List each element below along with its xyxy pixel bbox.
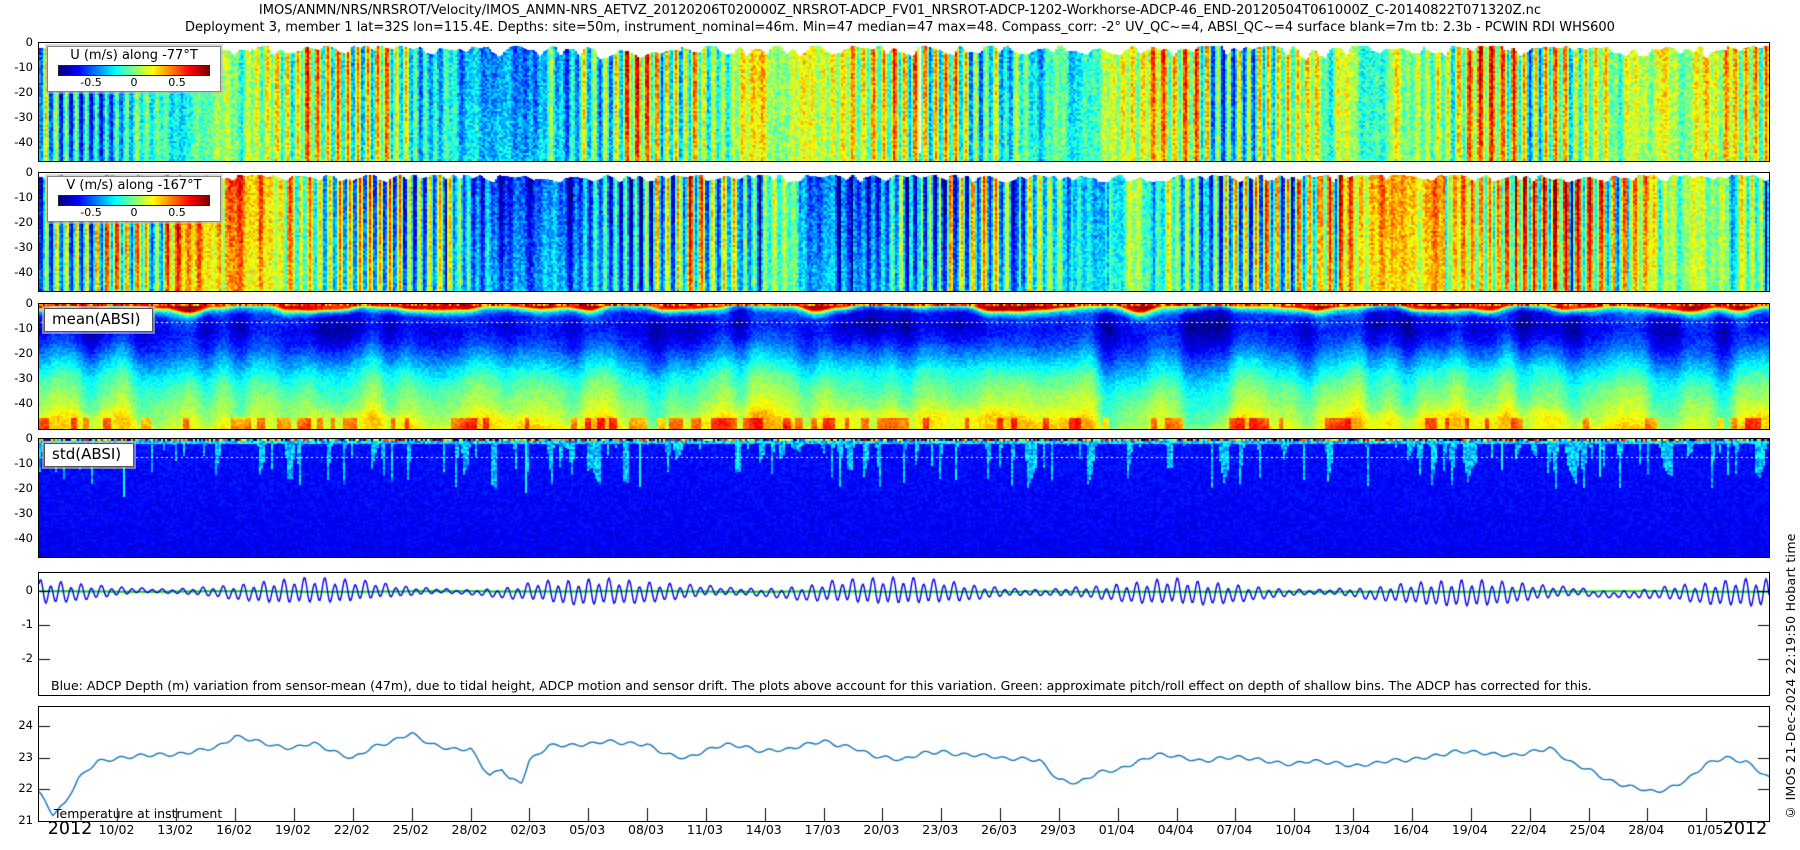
colorbar-tick-label: 0 xyxy=(131,76,138,89)
colorbar-tick-label: 0.5 xyxy=(168,76,186,89)
x-axis-date-label: 01/04 xyxy=(1085,822,1149,837)
x-axis-date-label: 16/02 xyxy=(202,822,266,837)
panel-u-velocity: U (m/s) along -77°T -0.5 0 0.5 xyxy=(38,42,1770,162)
x-axis-date-label: 22/04 xyxy=(1497,822,1561,837)
v-colorbar xyxy=(58,195,210,206)
x-axis-date-label: 25/04 xyxy=(1556,822,1620,837)
adcp-deployment-figure: IMOS/ANMN/NRS/NRSROT/Velocity/IMOS_ANMN-… xyxy=(0,0,1800,850)
y-axis-tick-label: 0 xyxy=(0,165,33,179)
temperature-label: Temperature at instrument xyxy=(54,806,222,821)
x-axis-date-label: 20/03 xyxy=(849,822,913,837)
y-axis-tick-label: -30 xyxy=(0,506,33,520)
page-title: IMOS/ANMN/NRS/NRSROT/Velocity/IMOS_ANMN-… xyxy=(0,3,1800,18)
colorbar-tick-label: -0.5 xyxy=(80,76,101,89)
v-colorbar-ticks: -0.5 0 0.5 xyxy=(48,206,220,220)
std-absi-label: std(ABSI) xyxy=(44,443,134,467)
x-axis-date-label: 04/04 xyxy=(1144,822,1208,837)
y-axis-tick-label: -10 xyxy=(0,456,33,470)
x-axis-date-label: 08/03 xyxy=(614,822,678,837)
colorbar-tick-label: 0.5 xyxy=(168,206,186,219)
temperature-plot xyxy=(39,707,1769,821)
y-axis-tick-label: 0 xyxy=(0,431,33,445)
x-axis-date-label: 16/04 xyxy=(1379,822,1443,837)
y-axis-tick-label: -10 xyxy=(0,190,33,204)
y-axis-tick-label: 23 xyxy=(0,750,33,764)
y-axis-tick-label: -1 xyxy=(0,617,33,631)
x-axis-date-label: 29/03 xyxy=(1026,822,1090,837)
x-axis-date-label: 13/02 xyxy=(143,822,207,837)
mean-absi-heatmap xyxy=(39,304,1769,429)
y-axis-tick-label: -20 xyxy=(0,346,33,360)
x-axis-date-label: 13/04 xyxy=(1320,822,1384,837)
x-axis-date-label: 25/02 xyxy=(379,822,443,837)
y-axis-tick-label: 0 xyxy=(0,35,33,49)
y-axis-tick-label: 0 xyxy=(0,583,33,597)
y-axis-tick-label: -40 xyxy=(0,396,33,410)
v-legend-title: V (m/s) along -167°T xyxy=(48,178,220,194)
y-axis-tick-label: -40 xyxy=(0,531,33,545)
y-axis-tick-label: -30 xyxy=(0,110,33,124)
panel-temperature: Temperature at instrument xyxy=(38,706,1770,822)
v-colorbar-legend: V (m/s) along -167°T -0.5 0 0.5 xyxy=(47,176,221,222)
y-axis-tick-label: -40 xyxy=(0,135,33,149)
x-axis-date-label: 02/03 xyxy=(496,822,560,837)
std-absi-heatmap xyxy=(39,439,1769,557)
colorbar-tick-label: 0 xyxy=(131,206,138,219)
y-axis-tick-label: -2 xyxy=(0,651,33,665)
x-axis-date-label: 10/04 xyxy=(1261,822,1325,837)
y-axis-tick-label: -30 xyxy=(0,371,33,385)
page-subtitle: Deployment 3, member 1 lat=32S lon=115.4… xyxy=(0,20,1800,35)
y-axis-tick-label: 24 xyxy=(0,718,33,732)
y-axis-tick-label: -40 xyxy=(0,265,33,279)
y-axis-tick-label: -10 xyxy=(0,321,33,335)
y-axis-tick-label: -20 xyxy=(0,215,33,229)
x-axis-date-label: 07/04 xyxy=(1202,822,1266,837)
panel-depth-variation: Blue: ADCP Depth (m) variation from sens… xyxy=(38,572,1770,696)
colorbar-tick-label: -0.5 xyxy=(80,206,101,219)
x-axis-date-label: 05/03 xyxy=(555,822,619,837)
depth-variation-plot xyxy=(39,573,1769,695)
u-colorbar xyxy=(58,65,210,76)
v-velocity-heatmap xyxy=(39,173,1769,291)
u-legend-title: U (m/s) along -77°T xyxy=(48,48,220,64)
x-axis-date-label: 19/04 xyxy=(1438,822,1502,837)
panel-v-velocity: V (m/s) along -167°T -0.5 0 0.5 xyxy=(38,172,1770,292)
y-axis-tick-label: -20 xyxy=(0,481,33,495)
y-axis-tick-label: -30 xyxy=(0,240,33,254)
imos-watermark: © IMOS 21-Dec-2024 22:19:50 Hobart time xyxy=(1783,448,1798,820)
u-velocity-heatmap xyxy=(39,43,1769,161)
x-axis-date-label: 28/02 xyxy=(438,822,502,837)
x-axis-date-label: 28/04 xyxy=(1614,822,1678,837)
depth-annotation: Blue: ADCP Depth (m) variation from sens… xyxy=(51,678,1592,693)
x-axis-date-label: 22/02 xyxy=(320,822,384,837)
u-colorbar-legend: U (m/s) along -77°T -0.5 0 0.5 xyxy=(47,46,221,92)
x-axis-date-label: 26/03 xyxy=(967,822,1031,837)
y-axis-tick-label: -10 xyxy=(0,60,33,74)
panel-mean-absi: mean(ABSI) xyxy=(38,303,1770,430)
y-axis-tick-label: 21 xyxy=(0,813,33,827)
mean-absi-label: mean(ABSI) xyxy=(44,308,153,332)
x-axis-date-label: 23/03 xyxy=(908,822,972,837)
x-axis-date-label: 11/03 xyxy=(673,822,737,837)
y-axis-tick-label: -20 xyxy=(0,85,33,99)
y-axis-tick-label: 22 xyxy=(0,781,33,795)
x-axis-date-label: 17/03 xyxy=(791,822,855,837)
u-colorbar-ticks: -0.5 0 0.5 xyxy=(48,76,220,90)
x-axis-date-label: 10/02 xyxy=(84,822,148,837)
panel-std-absi: std(ABSI) xyxy=(38,438,1770,558)
x-axis-date-label: 01/05 xyxy=(1673,822,1737,837)
x-axis-date-label: 19/02 xyxy=(261,822,325,837)
y-axis-tick-label: 0 xyxy=(0,296,33,310)
x-axis-date-label: 14/03 xyxy=(732,822,796,837)
